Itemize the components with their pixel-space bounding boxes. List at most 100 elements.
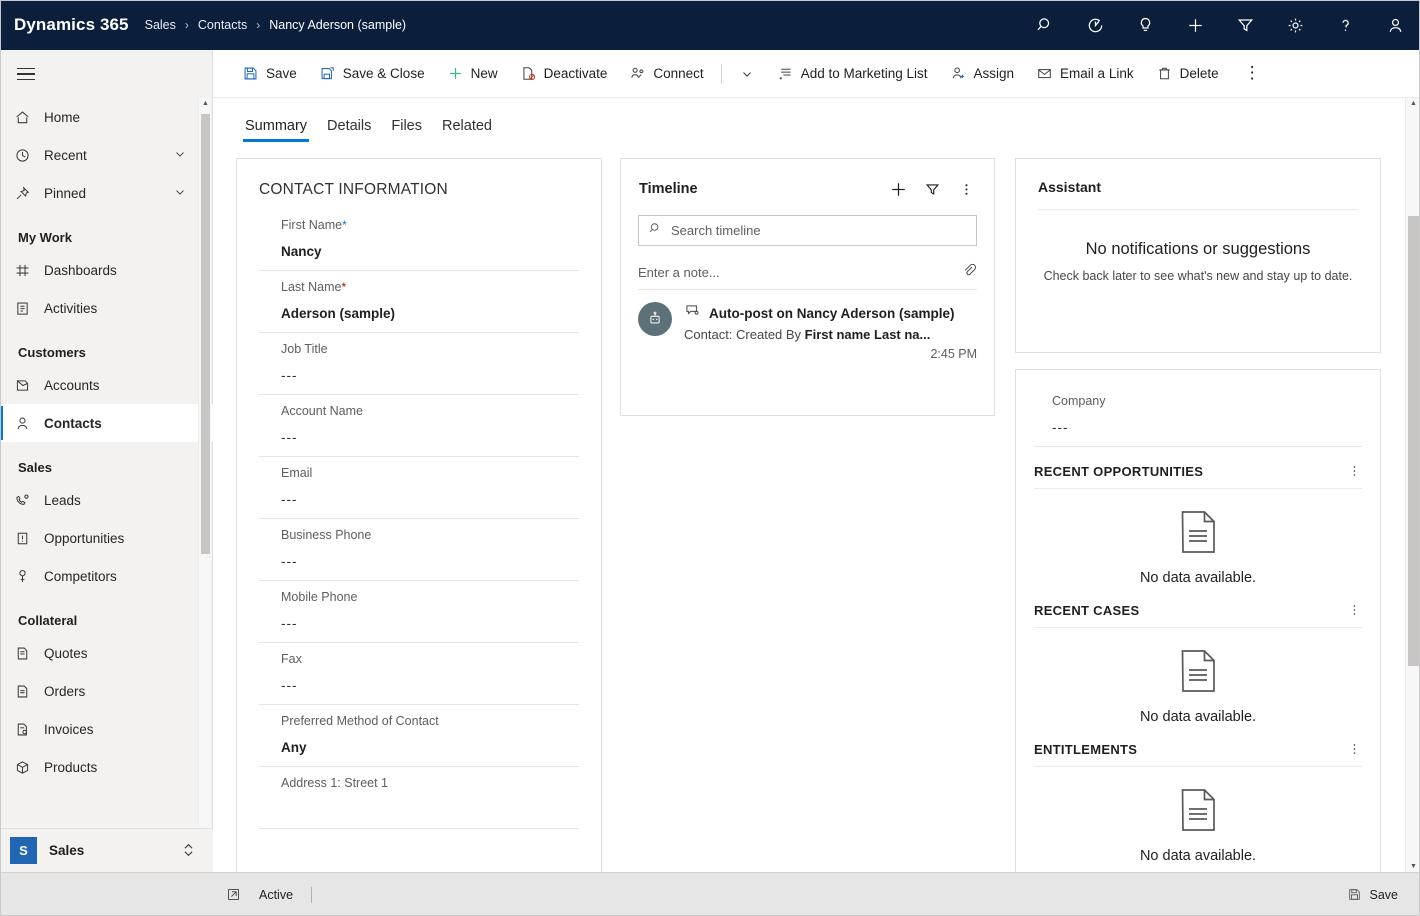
assign-button[interactable]: Assign	[939, 54, 1026, 94]
add-to-marketing-list-button[interactable]: Add to Marketing List	[766, 54, 939, 94]
gear-icon[interactable]	[1270, 0, 1320, 50]
app-switcher-chevron-icon[interactable]	[182, 841, 195, 861]
field-value[interactable]: ---	[259, 480, 579, 518]
add-timeline-item-icon[interactable]	[884, 175, 912, 203]
field-value[interactable]: ---	[259, 356, 579, 394]
sidebar-item-leads[interactable]: Leads	[0, 481, 213, 519]
scrollbar-up-arrow-icon[interactable]: ▲	[1410, 100, 1417, 107]
field-value[interactable]: ---	[259, 542, 579, 580]
sidebar-item-invoices[interactable]: Invoices	[0, 710, 213, 748]
sidebar-item-accounts[interactable]: Accounts	[0, 366, 213, 404]
timeline-note-input[interactable]: Enter a note...	[638, 256, 977, 290]
footer-save-button[interactable]: Save	[1347, 887, 1399, 902]
field-job-title[interactable]: Job Title ---	[259, 333, 579, 395]
field-business-phone[interactable]: Business Phone ---	[259, 519, 579, 581]
filter-icon[interactable]	[1220, 0, 1270, 50]
sidebar-item-competitors[interactable]: Competitors	[0, 557, 213, 595]
field-last-name[interactable]: Last Name* Aderson (sample)	[259, 271, 579, 333]
field-value[interactable]: ---	[259, 604, 579, 642]
filter-icon[interactable]	[918, 175, 946, 203]
tab-summary[interactable]: Summary	[235, 118, 317, 144]
sidebar-item-dashboards[interactable]: Dashboards	[0, 251, 213, 289]
field-preferred-method-of-contact[interactable]: Preferred Method of Contact Any	[259, 705, 579, 767]
app-brand[interactable]: Dynamics 365	[14, 15, 129, 35]
field-first-name[interactable]: First Name* Nancy	[259, 209, 579, 271]
deactivate-button[interactable]: Deactivate	[509, 54, 619, 94]
right-column: Assistant No notifications or suggestion…	[1015, 158, 1381, 872]
help-icon[interactable]	[1320, 0, 1370, 50]
breadcrumb-item-current[interactable]: Nancy Aderson (sample)	[269, 18, 406, 32]
more-options-icon[interactable]	[1347, 463, 1362, 479]
sidebar-group-customers: Customers	[0, 327, 213, 366]
scrollbar-up-arrow-icon[interactable]: ▲	[202, 100, 209, 107]
section-title: ENTITLEMENTS	[1034, 742, 1137, 757]
chevron-down-icon[interactable]	[173, 147, 187, 164]
sidebar-item-activities[interactable]: Activities	[0, 289, 213, 327]
command-overflow-chevron-icon[interactable]	[728, 54, 766, 94]
field-fax[interactable]: Fax ---	[259, 643, 579, 705]
app-switcher[interactable]: S Sales	[0, 828, 213, 872]
search-icon[interactable]	[1020, 0, 1070, 50]
sidebar-item-recent[interactable]: Recent	[0, 136, 213, 174]
field-value[interactable]	[259, 790, 579, 828]
timeline-search-placeholder: Search timeline	[671, 223, 761, 238]
sidebar-item-opportunities[interactable]: Opportunities	[0, 519, 213, 557]
user-avatar-icon[interactable]	[1370, 0, 1420, 50]
sidebar-item-label: Opportunities	[44, 531, 124, 546]
scrollbar-thumb[interactable]	[1408, 216, 1419, 666]
tab-details[interactable]: Details	[317, 118, 381, 144]
save-button[interactable]: Save	[231, 54, 308, 94]
timeline-card: Timeline	[620, 158, 995, 416]
sidebar-item-quotes[interactable]: Quotes	[0, 634, 213, 672]
tab-related[interactable]: Related	[432, 118, 502, 144]
orders-icon	[14, 683, 42, 700]
timeline-search-input[interactable]: Search timeline	[638, 215, 977, 246]
field-value[interactable]: ---	[259, 418, 579, 456]
sidebar-item-pinned[interactable]: Pinned	[0, 174, 213, 212]
tab-files[interactable]: Files	[381, 118, 432, 144]
expand-icon[interactable]	[226, 887, 241, 902]
field-mobile-phone[interactable]: Mobile Phone ---	[259, 581, 579, 643]
email-a-link-button[interactable]: Email a Link	[1025, 54, 1145, 94]
timeline-entry[interactable]: Auto-post on Nancy Aderson (sample) Cont…	[621, 290, 994, 361]
scrollbar-down-arrow-icon[interactable]: ▼	[1410, 863, 1417, 870]
sidebar-scrollbar[interactable]: ▲ ▼	[198, 98, 211, 872]
activity-clock-icon[interactable]	[1070, 0, 1120, 50]
field-company[interactable]: Company ---	[1034, 384, 1362, 447]
timeline-entry-heading: Auto-post on Nancy Aderson (sample)	[684, 302, 977, 324]
new-button[interactable]: New	[436, 54, 509, 94]
lightbulb-icon[interactable]	[1120, 0, 1170, 50]
more-options-icon[interactable]	[1347, 741, 1362, 757]
attachment-clip-icon[interactable]	[961, 262, 977, 283]
field-value[interactable]: Nancy	[259, 232, 579, 270]
plus-icon[interactable]	[1170, 0, 1220, 50]
field-value[interactable]: Any	[259, 728, 579, 766]
chevron-down-icon[interactable]	[173, 185, 187, 202]
command-label: Email a Link	[1060, 66, 1134, 81]
connect-button[interactable]: Connect	[618, 54, 714, 94]
more-options-icon[interactable]	[952, 175, 980, 203]
breadcrumb-item-sales[interactable]: Sales	[145, 18, 176, 32]
sidebar-item-home[interactable]: Home	[0, 98, 213, 136]
invoices-icon	[14, 721, 42, 738]
sidebar-item-contacts[interactable]: Contacts	[0, 404, 213, 442]
field-account-name[interactable]: Account Name ---	[259, 395, 579, 457]
sidebar-item-label: Pinned	[44, 186, 86, 201]
timeline-entry-subject[interactable]: Auto-post on Nancy Aderson (sample)	[709, 306, 955, 321]
more-options-icon[interactable]	[1347, 602, 1362, 618]
sidebar-item-orders[interactable]: Orders	[0, 672, 213, 710]
save-and-close-button[interactable]: Save & Close	[308, 54, 436, 94]
breadcrumb-item-contacts[interactable]: Contacts	[198, 18, 247, 32]
sidebar-item-products[interactable]: Products	[0, 748, 213, 786]
scrollbar-thumb[interactable]	[201, 114, 210, 554]
content-scrollbar[interactable]: ▲ ▼	[1405, 98, 1420, 872]
command-more-options-icon[interactable]: ⋮	[1230, 54, 1275, 94]
field-email[interactable]: Email ---	[259, 457, 579, 519]
field-value[interactable]: ---	[259, 666, 579, 704]
field-address-1-street-1[interactable]: Address 1: Street 1	[259, 767, 579, 829]
field-value[interactable]: ---	[1034, 408, 1362, 446]
command-divider	[721, 64, 722, 84]
delete-button[interactable]: Delete	[1145, 54, 1230, 94]
field-value[interactable]: Aderson (sample)	[259, 294, 579, 332]
hamburger-menu-icon[interactable]	[2, 50, 50, 98]
